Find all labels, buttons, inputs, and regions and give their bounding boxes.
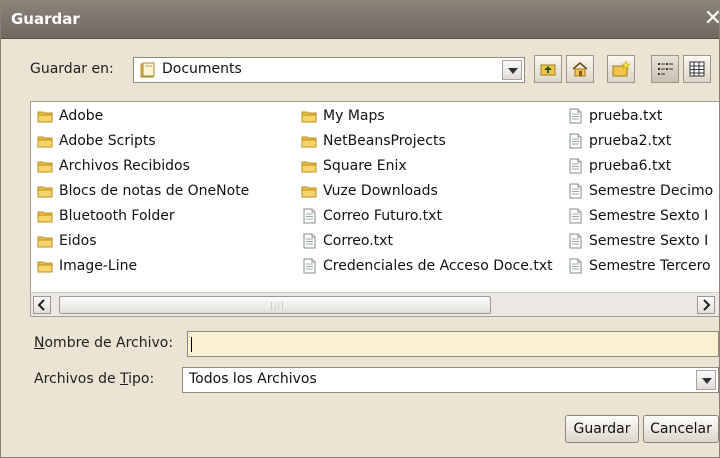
list-item[interactable]: Correo.txt bbox=[301, 229, 567, 254]
up-one-level-icon bbox=[540, 64, 556, 76]
close-icon[interactable]: ✕ bbox=[701, 7, 719, 31]
cancel-button[interactable]: Cancelar bbox=[643, 415, 719, 443]
file-name: Correo.txt bbox=[323, 233, 393, 249]
file-name: Semestre Sexto I bbox=[589, 208, 709, 224]
chevron-right-icon bbox=[703, 299, 711, 311]
list-item[interactable]: prueba.txt bbox=[567, 104, 719, 129]
new-folder-button[interactable] bbox=[607, 55, 635, 83]
list-item[interactable]: Eidos bbox=[37, 229, 297, 254]
documents-icon bbox=[140, 62, 156, 82]
text-file-icon bbox=[301, 258, 317, 283]
filename-input[interactable] bbox=[187, 331, 719, 357]
up-one-level-button[interactable] bbox=[534, 55, 562, 83]
file-name: Bluetooth Folder bbox=[59, 208, 175, 224]
file-name: My Maps bbox=[323, 108, 385, 124]
list-item[interactable]: Vuze Downloads bbox=[301, 179, 567, 204]
text-file-icon bbox=[567, 258, 583, 279]
file-name: Semestre Sexto I bbox=[589, 233, 709, 249]
list-item[interactable]: Image-Line bbox=[37, 254, 297, 279]
list-item[interactable]: Credenciales de Acceso Doce.txt bbox=[301, 254, 567, 279]
file-name: Blocs de notas de OneNote bbox=[59, 183, 250, 199]
horizontal-scrollbar[interactable]: |||| bbox=[31, 292, 719, 316]
list-item[interactable]: Bluetooth Folder bbox=[37, 204, 297, 229]
new-folder-icon bbox=[612, 60, 630, 77]
filetype-label-suffix: ipo: bbox=[128, 371, 155, 387]
list-item[interactable]: Semestre Sexto I bbox=[567, 204, 719, 229]
list-item[interactable]: Adobe bbox=[37, 104, 297, 129]
location-combo[interactable]: Documents bbox=[133, 57, 525, 83]
list-item[interactable]: Archivos Recibidos bbox=[37, 154, 297, 179]
file-column: My Maps NetBeansProjects Square Enix Vuze D… bbox=[301, 104, 567, 279]
file-name: Adobe Scripts bbox=[59, 133, 156, 149]
filetype-value: Todos los Archivos bbox=[189, 371, 317, 387]
file-name: prueba6.txt bbox=[589, 158, 672, 174]
file-name: Image-Line bbox=[59, 258, 138, 274]
chevron-left-icon bbox=[37, 299, 45, 311]
scroll-thumb[interactable]: |||| bbox=[59, 296, 491, 314]
file-name: Credenciales de Acceso Doce.txt bbox=[323, 258, 553, 274]
file-name: Semestre Decimo bbox=[589, 183, 714, 199]
home-button[interactable] bbox=[566, 55, 594, 83]
file-name: Eidos bbox=[59, 233, 97, 249]
dialog-title: Guardar bbox=[11, 10, 80, 28]
file-name: Correo Futuro.txt bbox=[323, 208, 442, 224]
list-item[interactable]: My Maps bbox=[301, 104, 567, 129]
details-view-button[interactable] bbox=[683, 55, 711, 83]
save-dialog: Guardar ✕ Guardar en: Documents AdobeAdo… bbox=[0, 0, 720, 458]
filetype-label: Archivos de Tipo: bbox=[34, 371, 154, 387]
text-caret bbox=[191, 337, 192, 352]
details-view-icon bbox=[689, 61, 705, 77]
file-column: prueba.txt prueba2.txt prueba6.txt Semestre… bbox=[567, 104, 719, 279]
list-item[interactable]: NetBeansProjects bbox=[301, 129, 567, 154]
file-name: prueba2.txt bbox=[589, 133, 672, 149]
file-name: Vuze Downloads bbox=[323, 183, 438, 199]
filename-label-text: ombre de Archivo: bbox=[44, 335, 174, 351]
file-name: Square Enix bbox=[323, 158, 407, 174]
file-column: Adobe Adobe Scripts Archivos Recibidos Bloc… bbox=[37, 104, 297, 279]
location-dropdown-icon[interactable] bbox=[502, 60, 522, 80]
filetype-label-mnemonic: T bbox=[120, 371, 129, 387]
file-name: Semestre Tercero bbox=[589, 258, 711, 274]
file-name: Archivos Recibidos bbox=[59, 158, 190, 174]
location-value: Documents bbox=[162, 61, 242, 77]
filetype-dropdown-icon[interactable] bbox=[696, 370, 716, 390]
filename-label: Nombre de Archivo: bbox=[34, 335, 173, 351]
list-item[interactable]: prueba2.txt bbox=[567, 129, 719, 154]
title-bar[interactable]: Guardar ✕ bbox=[1, 1, 719, 39]
filename-label-mnemonic: N bbox=[34, 335, 45, 351]
filetype-combo[interactable]: Todos los Archivos bbox=[182, 367, 719, 393]
file-name: Adobe bbox=[59, 108, 104, 124]
list-item[interactable]: Semestre Decimo bbox=[567, 179, 719, 204]
list-item[interactable]: Blocs de notas de OneNote bbox=[37, 179, 297, 204]
file-name: NetBeansProjects bbox=[323, 133, 446, 149]
list-item[interactable]: Correo Futuro.txt bbox=[301, 204, 567, 229]
file-list[interactable]: Adobe Adobe Scripts Archivos Recibidos Bloc… bbox=[30, 101, 719, 317]
list-item[interactable]: prueba6.txt bbox=[567, 154, 719, 179]
list-view-button[interactable] bbox=[651, 55, 679, 83]
save-button[interactable]: Guardar bbox=[565, 415, 639, 443]
list-view-icon bbox=[658, 63, 673, 75]
home-icon bbox=[572, 61, 588, 77]
scroll-right-button[interactable] bbox=[697, 296, 715, 314]
list-item[interactable]: Semestre Sexto I bbox=[567, 229, 719, 254]
list-item[interactable]: Square Enix bbox=[301, 154, 567, 179]
folder-icon bbox=[37, 258, 53, 283]
list-item[interactable]: Adobe Scripts bbox=[37, 129, 297, 154]
filetype-label-prefix: Archivos de bbox=[34, 371, 121, 387]
location-label: Guardar en: bbox=[30, 61, 114, 77]
file-name: prueba.txt bbox=[589, 108, 663, 124]
scroll-left-button[interactable] bbox=[33, 296, 51, 314]
list-item[interactable]: Semestre Tercero bbox=[567, 254, 719, 279]
